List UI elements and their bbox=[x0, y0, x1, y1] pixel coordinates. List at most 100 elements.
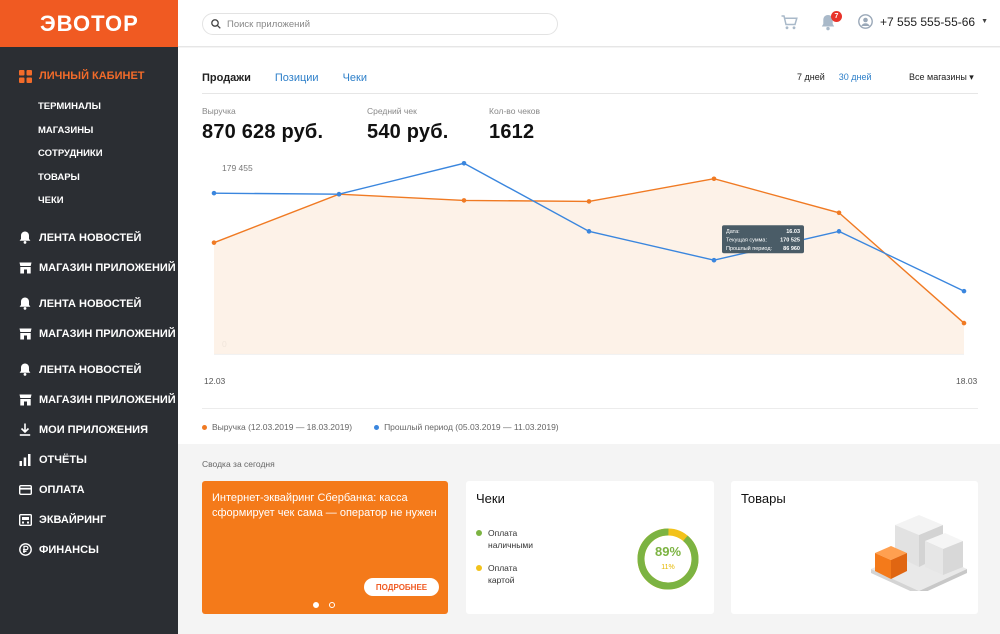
legend-card: Оплата картой bbox=[476, 562, 517, 586]
sidebar-item-app-store[interactable]: МАГАЗИН ПРИЛОЖЕНИЙ bbox=[0, 253, 178, 283]
sidebar-item-news[interactable]: ЛЕНТА НОВОСТЕЙ bbox=[0, 289, 178, 319]
chart-legend: Выручка (12.03.2019 — 18.03.2019) Прошлы… bbox=[202, 422, 559, 432]
cart-icon[interactable] bbox=[781, 15, 798, 35]
legend-item-previous[interactable]: Прошлый период (05.03.2019 — 11.03.2019) bbox=[374, 422, 559, 432]
top-header: 7 +7 555 555-55-66 ▼ bbox=[178, 0, 1000, 47]
card-icon bbox=[18, 483, 32, 497]
search-icon bbox=[211, 19, 221, 29]
tooltip-value: 16.03 bbox=[786, 229, 800, 235]
x-tick-label: 18.03 bbox=[956, 376, 978, 386]
data-point bbox=[211, 240, 217, 245]
tab-checks[interactable]: Чеки bbox=[343, 72, 367, 84]
bell-icon bbox=[18, 363, 32, 377]
sidebar-item-acquiring[interactable]: ЭКВАЙРИНГ bbox=[0, 505, 178, 535]
chart-tooltip: Дата: 16.03 Текущая сумма: 170 525 Прошлый п… bbox=[722, 225, 804, 254]
tabs-divider bbox=[202, 93, 978, 94]
tab-positions[interactable]: Позиции bbox=[275, 72, 319, 84]
tooltip-label: Прошлый период: bbox=[726, 245, 773, 252]
sidebar-item-label: ЛЕНТА НОВОСТЕЙ bbox=[39, 231, 142, 244]
search-box[interactable] bbox=[202, 13, 558, 35]
area-current bbox=[214, 178, 964, 354]
carousel-dot[interactable] bbox=[313, 602, 319, 608]
stores-dropdown[interactable]: Все магазины ▾ bbox=[909, 72, 974, 83]
data-point bbox=[836, 210, 842, 216]
sidebar-item-reports[interactable]: ОТЧЁТЫ bbox=[0, 445, 178, 475]
legend-item-current[interactable]: Выручка (12.03.2019 — 18.03.2019) bbox=[202, 422, 352, 432]
tabs: Продажи Позиции Чеки bbox=[202, 72, 367, 84]
data-point bbox=[836, 229, 842, 234]
card-title: Чеки bbox=[476, 491, 505, 506]
sidebar-item-label: МАГАЗИН ПРИЛОЖЕНИЙ bbox=[39, 393, 176, 406]
search-input[interactable] bbox=[227, 18, 527, 30]
data-point bbox=[586, 199, 592, 204]
sidebar-sub-goods[interactable]: ТОВАРЫ bbox=[0, 166, 178, 190]
user-menu[interactable]: +7 555 555-55-66 ▼ bbox=[858, 14, 988, 29]
promo-card: Интернет-эквайринг Сбербанка: касса сфор… bbox=[202, 481, 448, 614]
card-title: Товары bbox=[741, 491, 786, 506]
tooltip-value: 170 525 bbox=[780, 238, 800, 244]
more-button[interactable]: ПОДРОБНЕЕ bbox=[364, 578, 439, 596]
summary-title: Сводка за сегодня bbox=[202, 459, 275, 469]
legend-label: Выручка (12.03.2019 — 18.03.2019) bbox=[212, 422, 353, 432]
sidebar-item-news[interactable]: ЛЕНТА НОВОСТЕЙ bbox=[0, 355, 178, 385]
sidebar-item-label: ОПЛАТА bbox=[39, 483, 85, 496]
x-tick-label: 12.03 bbox=[204, 376, 226, 386]
sidebar-item-finance[interactable]: ФИНАНСЫ bbox=[0, 535, 178, 565]
data-point bbox=[586, 229, 592, 234]
metric-label: Средний чек bbox=[367, 106, 417, 116]
sidebar-item-label: МОИ ПРИЛОЖЕНИЯ bbox=[39, 423, 148, 436]
boxes-pallet-icon bbox=[871, 515, 967, 591]
sidebar-sub-terminals[interactable]: ТЕРМИНАЛЫ bbox=[0, 95, 178, 119]
legend-label: Оплата картой bbox=[488, 563, 518, 585]
sidebar-item-app-store[interactable]: МАГАЗИН ПРИЛОЖЕНИЙ bbox=[0, 319, 178, 349]
ruble-icon bbox=[18, 543, 32, 557]
payment-donut bbox=[637, 528, 699, 590]
data-point bbox=[211, 190, 217, 196]
y-tick-label: 179 455 bbox=[222, 163, 253, 173]
metric-value: 1612 bbox=[489, 121, 535, 143]
store-icon bbox=[18, 261, 32, 275]
period-7-days[interactable]: 7 дней bbox=[797, 72, 825, 82]
sidebar-sub-shops[interactable]: МАГАЗИНЫ bbox=[0, 119, 178, 143]
legend-label: Оплата наличными bbox=[488, 528, 533, 550]
sidebar-item-payment[interactable]: ОПЛАТА bbox=[0, 475, 178, 505]
sidebar-item-my-apps[interactable]: МОИ ПРИЛОЖЕНИЯ bbox=[0, 415, 178, 445]
sidebar-item-label: ЭКВАЙРИНГ bbox=[39, 513, 107, 526]
tooltip-value: 86 960 bbox=[783, 246, 800, 252]
carousel-dot[interactable] bbox=[329, 602, 335, 608]
tooltip-label: Дата: bbox=[726, 229, 740, 235]
goods-card[interactable]: Товары bbox=[731, 481, 978, 614]
metric-label: Выручка bbox=[202, 106, 236, 116]
sidebar-item-label: ФИНАНСЫ bbox=[39, 543, 99, 556]
metric-average-check: Средний чек 540 руб. bbox=[367, 106, 489, 144]
checks-card[interactable]: Чеки Оплата наличными Оплата картой 89% 11… bbox=[466, 481, 714, 614]
blue-dot-icon bbox=[374, 425, 380, 431]
store-icon bbox=[18, 393, 32, 407]
user-phone: +7 555 555-55-66 bbox=[880, 14, 976, 29]
sidebar-item-news[interactable]: ЛЕНТА НОВОСТЕЙ bbox=[0, 223, 178, 253]
sidebar-item-cabinet[interactable]: ЛИЧНЫЙ КАБИНЕТ bbox=[0, 61, 178, 91]
terminal-icon bbox=[18, 513, 32, 527]
period-30-days[interactable]: 30 дней bbox=[839, 72, 872, 82]
grid-icon bbox=[18, 69, 32, 83]
sidebar-sub-staff[interactable]: СОТРУДНИКИ bbox=[0, 142, 178, 166]
metric-revenue: Выручка 870 628 руб. bbox=[202, 106, 367, 144]
bell-icon bbox=[18, 297, 32, 311]
metric-check-count: Кол-во чеков 1612 bbox=[489, 106, 609, 144]
sidebar: ЭВОТОР ЛИЧНЫЙ КАБИНЕТ ТЕРМИНАЛЫ МАГАЗИНЫ… bbox=[0, 0, 178, 634]
sidebar-sub-checks[interactable]: ЧЕКИ bbox=[0, 189, 178, 213]
sales-chart: 179 4550Дата:16.03Текущая сумма:170 525П… bbox=[202, 156, 978, 386]
tab-sales[interactable]: Продажи bbox=[202, 72, 251, 84]
metric-value: 870 628 руб. bbox=[202, 121, 324, 143]
notifications-button[interactable]: 7 bbox=[821, 11, 842, 36]
orange-dot-icon bbox=[202, 425, 207, 431]
sidebar-nav: ЛИЧНЫЙ КАБИНЕТ ТЕРМИНАЛЫ МАГАЗИНЫ СОТРУД… bbox=[0, 47, 178, 565]
legend-divider bbox=[202, 408, 978, 409]
sidebar-item-app-store[interactable]: МАГАЗИН ПРИЛОЖЕНИЙ bbox=[0, 385, 178, 415]
logo[interactable]: ЭВОТОР bbox=[0, 0, 178, 47]
notification-badge: 7 bbox=[831, 11, 842, 22]
period-switch: 7 дней 30 дней bbox=[797, 72, 872, 82]
download-icon bbox=[18, 423, 32, 437]
caret-down-icon: ▼ bbox=[981, 18, 989, 25]
tooltip-label: Текущая сумма: bbox=[726, 238, 767, 244]
